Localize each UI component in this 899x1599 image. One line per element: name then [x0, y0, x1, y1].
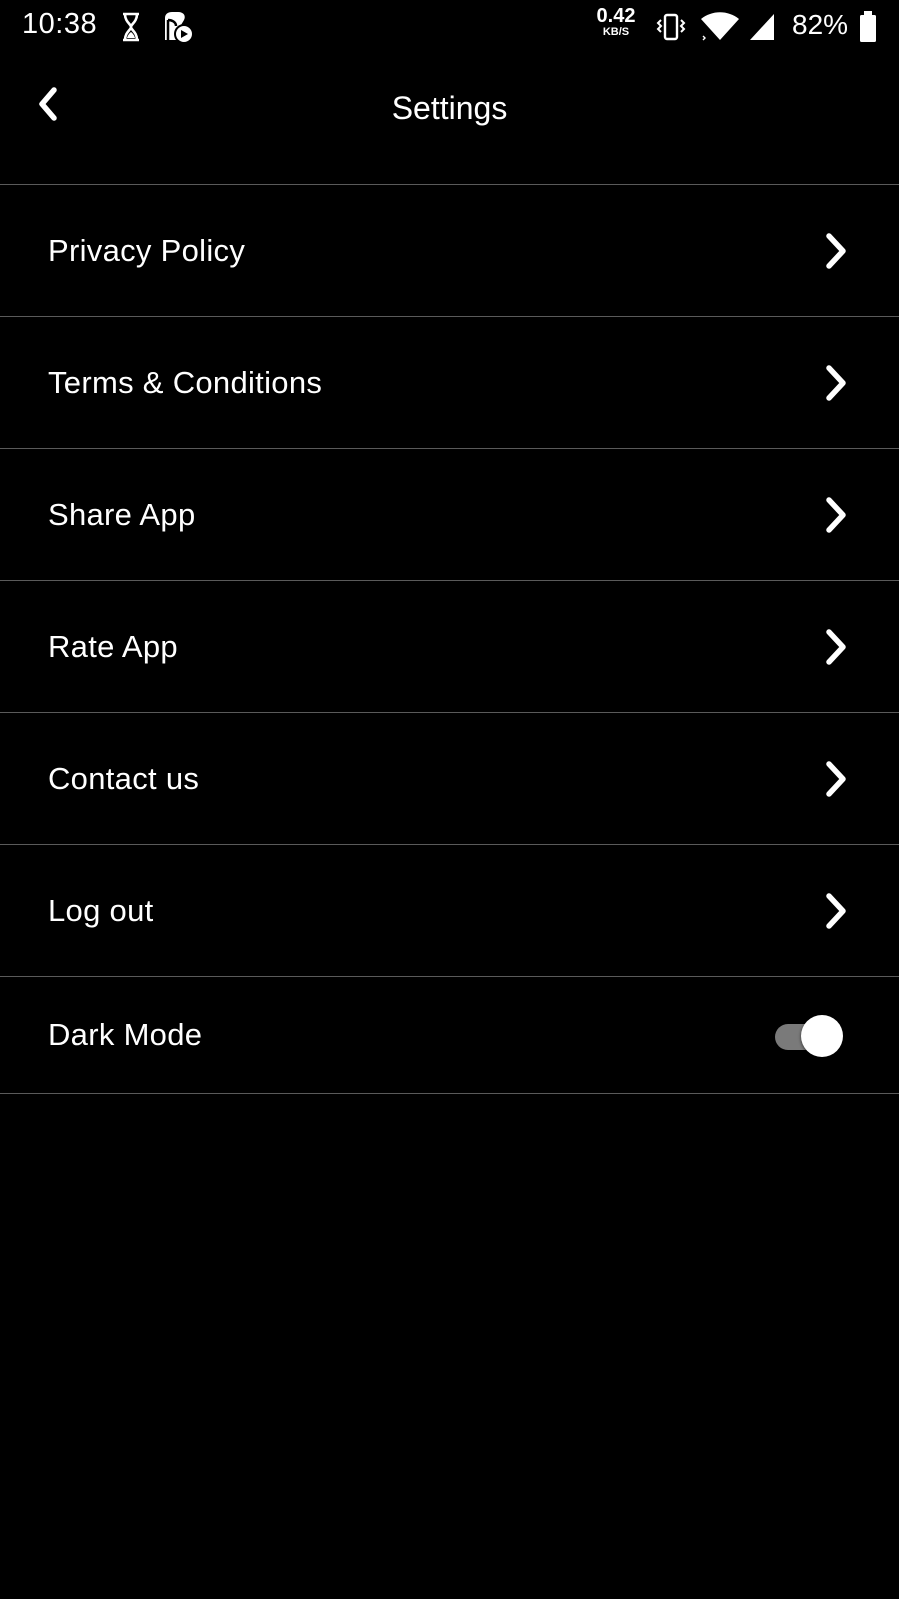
page-title: Settings — [391, 90, 508, 126]
network-speed-value: 0.42 — [596, 5, 636, 27]
battery-percent: 82% — [792, 9, 849, 40]
status-time: 10:38 — [22, 8, 98, 40]
chevron-right-icon — [826, 760, 846, 797]
settings-item-rate-app[interactable]: Rate App — [0, 581, 899, 713]
settings-item-contact-us[interactable]: Contact us — [0, 713, 899, 845]
settings-item-label: Log out — [48, 892, 154, 928]
settings-item-share-app[interactable]: Share App — [0, 449, 899, 581]
network-speed: 0.42 KB/S — [593, 6, 639, 38]
wifi-icon — [701, 12, 739, 41]
app-notification-icon — [165, 12, 194, 44]
chevron-right-icon — [826, 364, 846, 401]
settings-item-privacy-policy[interactable]: Privacy Policy — [0, 185, 899, 317]
toggle-knob — [801, 1015, 843, 1057]
settings-item-dark-mode: Dark Mode — [0, 977, 899, 1094]
settings-item-label: Dark Mode — [48, 1017, 203, 1052]
settings-item-label: Terms & Conditions — [48, 364, 323, 400]
status-bar: 10:38 0.42 KB/S 82% — [0, 0, 899, 52]
settings-item-log-out[interactable]: Log out — [0, 845, 899, 977]
cell-signal-icon — [750, 14, 774, 40]
app-bar: Settings — [0, 60, 899, 184]
settings-item-label: Privacy Policy — [48, 232, 246, 268]
chevron-right-icon — [826, 496, 846, 533]
settings-item-label: Rate App — [48, 628, 178, 664]
hourglass-icon — [123, 12, 139, 42]
dark-mode-toggle[interactable] — [775, 1015, 843, 1057]
battery-icon — [860, 11, 876, 42]
chevron-right-icon — [826, 892, 846, 929]
vibrate-icon — [656, 13, 686, 41]
chevron-right-icon — [826, 628, 846, 665]
chevron-right-icon — [826, 232, 846, 269]
settings-item-terms-conditions[interactable]: Terms & Conditions — [0, 317, 899, 449]
settings-list: Privacy Policy Terms & Conditions Share … — [0, 184, 899, 1094]
network-speed-unit: KB/S — [602, 26, 630, 38]
settings-item-label: Share App — [48, 496, 196, 532]
settings-item-label: Contact us — [48, 760, 200, 796]
